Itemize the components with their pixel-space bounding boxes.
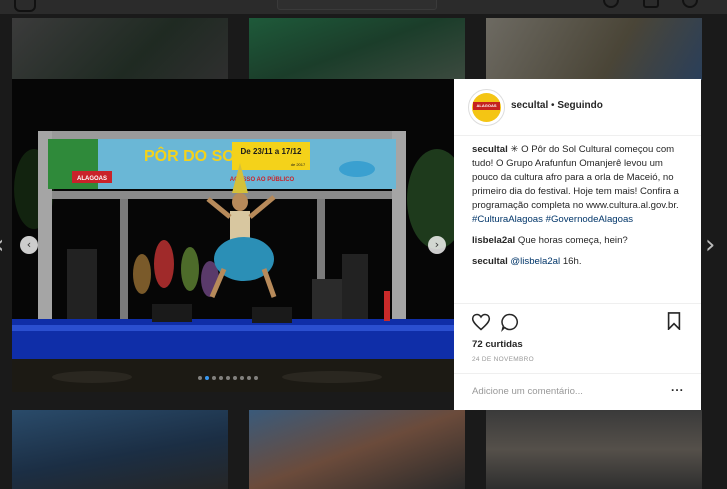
grid-post-thumbnail[interactable] xyxy=(12,18,228,80)
caption-username[interactable]: secultal xyxy=(472,144,508,155)
comment-username[interactable]: lisbela2al xyxy=(472,235,515,246)
bookmark-save-icon[interactable] xyxy=(666,312,682,330)
banner-year-text: de 2017 xyxy=(291,162,306,167)
mention-link[interactable]: @lisbela2al xyxy=(510,256,560,267)
banner-event-text: PÔR DO SOL xyxy=(144,146,245,165)
heart-icon[interactable] xyxy=(643,0,659,8)
grid-post-thumbnail[interactable] xyxy=(249,18,465,80)
post-date: 24 DE NOVEMBRO xyxy=(472,356,534,363)
grid-post-thumbnail[interactable] xyxy=(486,410,702,489)
post-image[interactable]: ALAGOAS PÔR DO SOL De 23/11 a 17/12 de 2… xyxy=(12,79,454,392)
hashtag-link[interactable]: #GovernodeAlagoas xyxy=(546,214,633,225)
comment: lisbela2al Que horas começa, hein? xyxy=(472,234,686,248)
post-header-user: secultal • Seguindo xyxy=(511,100,603,111)
carousel-dot xyxy=(212,376,216,380)
grid-post-thumbnail[interactable] xyxy=(249,410,465,489)
banner-brand-text: ALAGOAS xyxy=(77,176,107,182)
banner-dates-text: De 23/11 a 17/12 xyxy=(241,147,302,156)
add-comment-bar: Adicione um comentário... ... xyxy=(454,373,701,410)
carousel-dot xyxy=(254,376,258,380)
separator-dot: • xyxy=(551,100,555,111)
like-heart-icon[interactable] xyxy=(471,312,491,332)
comment-username[interactable]: secultal xyxy=(472,256,508,267)
caption: secultal ✳ O Pôr do Sol Cultural começou… xyxy=(472,143,686,227)
username-link[interactable]: secultal xyxy=(511,100,548,111)
stage-photo: ALAGOAS PÔR DO SOL De 23/11 a 17/12 de 2… xyxy=(12,79,454,392)
carousel-dot xyxy=(219,376,223,380)
post-details-panel: ALAGOAS secultal • Seguindo secultal ✳ O… xyxy=(454,79,701,410)
avatar-ribbon-text: ALAGOAS xyxy=(473,102,500,110)
more-options-icon[interactable]: ... xyxy=(671,380,684,394)
carousel-dot xyxy=(247,376,251,380)
comment-bubble-icon[interactable] xyxy=(500,312,520,332)
comment: secultal @lisbela2al 16h. xyxy=(472,255,686,269)
next-post-arrow-icon[interactable]: › xyxy=(705,232,715,258)
carousel-dot xyxy=(240,376,244,380)
grid-post-thumbnail[interactable] xyxy=(12,410,228,489)
previous-post-arrow-icon[interactable]: ‹ xyxy=(0,232,4,258)
carousel-dots xyxy=(198,376,258,380)
post-header: ALAGOAS secultal • Seguindo xyxy=(454,79,701,136)
comment-text: 16h. xyxy=(562,256,582,267)
carousel-dot xyxy=(205,376,209,380)
avatar[interactable]: ALAGOAS xyxy=(468,89,505,126)
following-status[interactable]: Seguindo xyxy=(557,100,603,111)
post-actions: 72 curtidas 24 DE NOVEMBRO xyxy=(454,303,701,373)
add-comment-input[interactable]: Adicione um comentário... xyxy=(472,386,583,397)
carousel-dot xyxy=(198,376,202,380)
instagram-logo-icon[interactable] xyxy=(14,0,36,12)
carousel-dot xyxy=(226,376,230,380)
profile-icon[interactable] xyxy=(682,0,698,8)
hashtag-link[interactable]: #CulturaAlagoas xyxy=(472,214,543,225)
comments-list: secultal ✳ O Pôr do Sol Cultural começou… xyxy=(472,143,686,276)
carousel-prev-button[interactable]: ‹ xyxy=(20,236,38,254)
likes-count[interactable]: 72 curtidas xyxy=(472,339,523,350)
explore-icon[interactable] xyxy=(603,0,619,8)
comment-text: Que horas começa, hein? xyxy=(517,235,628,246)
top-navigation-bar xyxy=(0,0,727,14)
grid-post-thumbnail[interactable] xyxy=(486,18,702,80)
carousel-next-button[interactable]: › xyxy=(428,236,446,254)
search-input[interactable] xyxy=(277,0,437,10)
carousel-dot xyxy=(233,376,237,380)
